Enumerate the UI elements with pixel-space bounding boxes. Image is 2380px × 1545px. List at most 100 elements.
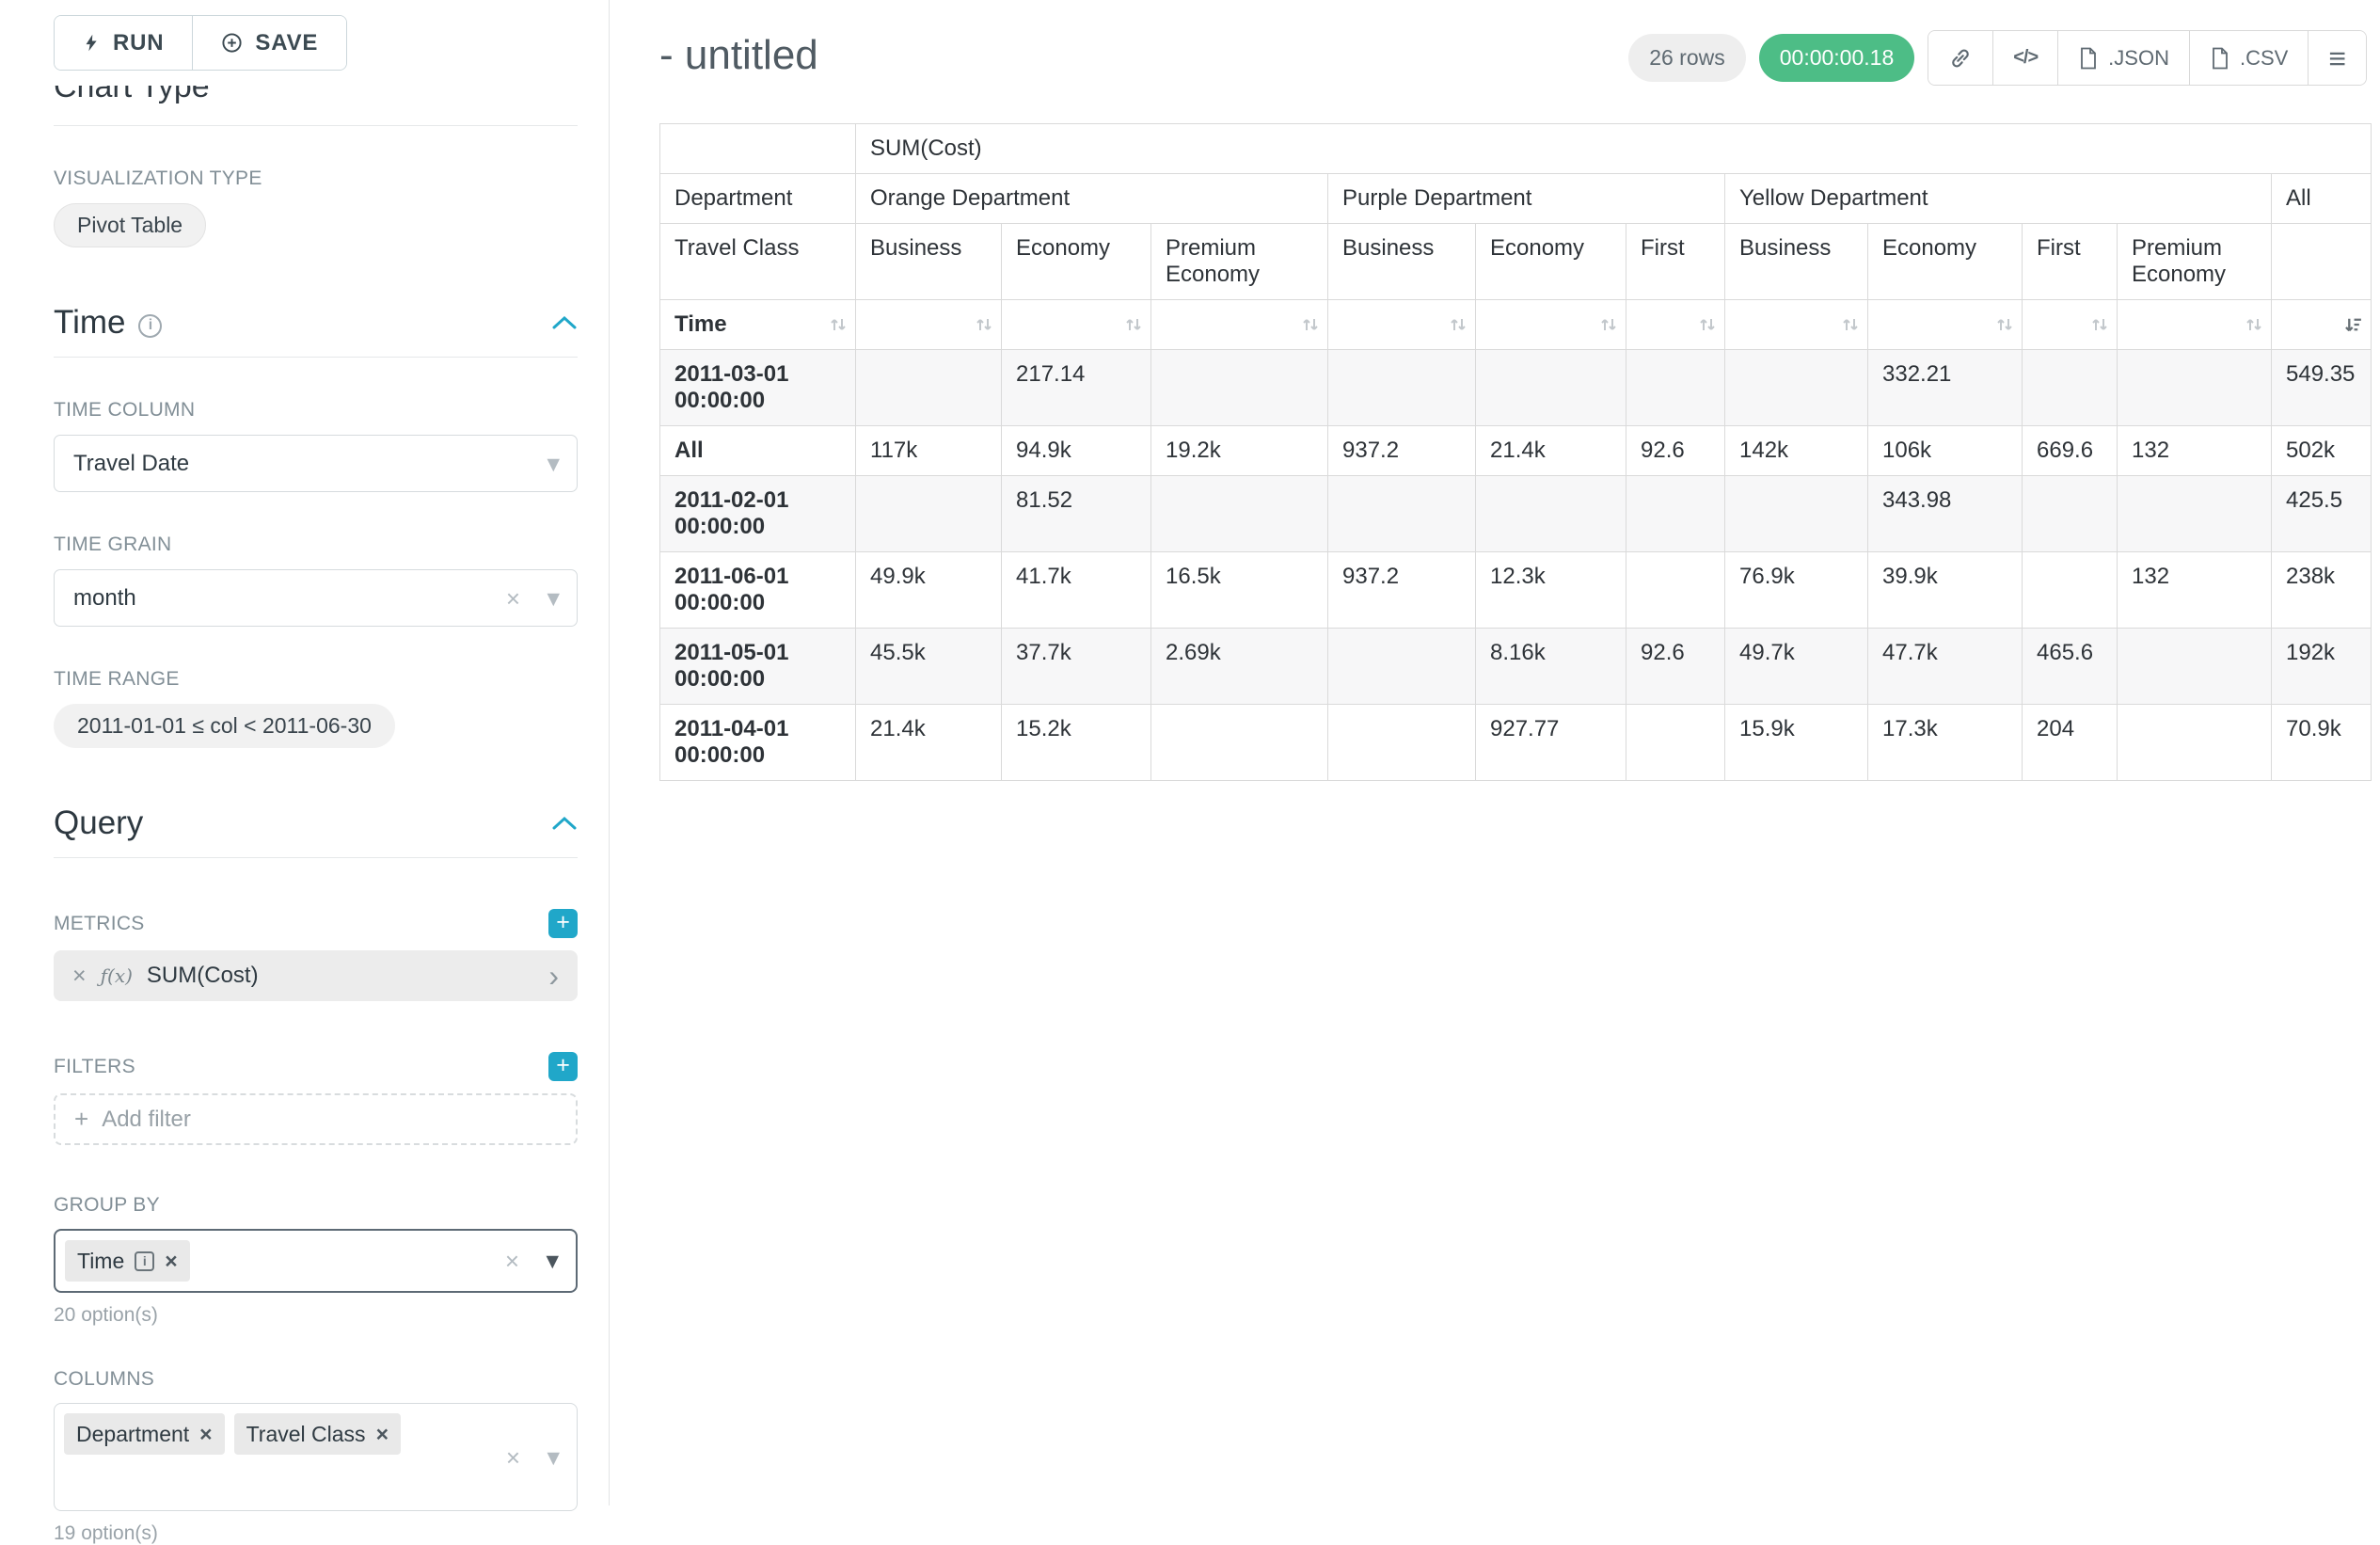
pivot-value-cell: 92.6 — [1626, 426, 1725, 476]
clear-icon[interactable]: × — [506, 586, 520, 611]
pivot-value-cell — [1328, 476, 1476, 552]
chart-area: - untitled 26 rows 00:00:00.18 </> .JSON… — [611, 0, 2380, 1505]
section-divider — [54, 125, 578, 126]
row-count-badge: 26 rows — [1628, 34, 1746, 82]
info-icon: i — [135, 1251, 154, 1271]
pivot-row: All117k94.9k19.2k937.221.4k92.6142k106k6… — [660, 426, 2372, 476]
remove-tag-icon[interactable]: × — [376, 1424, 389, 1445]
pivot-value-cell: 132 — [2118, 552, 2272, 629]
time-range-label: TIME RANGE — [54, 668, 578, 691]
caret-down-icon: ▾ — [547, 451, 560, 476]
bolt-icon — [83, 31, 101, 55]
pivot-value-cell: 21.4k — [1476, 426, 1626, 476]
sort-button[interactable] — [2023, 300, 2118, 350]
pivot-time-axis-label[interactable]: Time — [660, 300, 856, 350]
columns-select[interactable]: Department×Travel Class× × ▾ — [54, 1403, 578, 1511]
columns-tag[interactable]: Travel Class× — [234, 1413, 401, 1455]
pivot-value-cell — [1626, 705, 1725, 781]
columns-options-hint: 19 option(s) — [54, 1522, 578, 1545]
chart-header: - untitled 26 rows 00:00:00.18 </> .JSON… — [611, 0, 2380, 86]
pivot-value-cell: 192k — [2272, 629, 2372, 705]
time-label: Time — [674, 311, 727, 337]
time-grain-select[interactable]: month × ▾ — [54, 569, 578, 627]
sort-button[interactable] — [1151, 300, 1328, 350]
pivot-value-cell — [856, 476, 1002, 552]
pivot-value-cell: 2.69k — [1151, 629, 1328, 705]
pivot-value-cell: 81.52 — [1002, 476, 1151, 552]
chevron-up-icon[interactable] — [551, 816, 578, 831]
pivot-value-cell: 92.6 — [1626, 629, 1725, 705]
time-column-select[interactable]: Travel Date ▾ — [54, 435, 578, 492]
remove-metric-icon[interactable]: × — [72, 963, 87, 990]
sort-desc-icon — [2343, 315, 2363, 335]
save-button[interactable]: SAVE — [192, 16, 346, 70]
sort-button[interactable] — [1626, 300, 1725, 350]
time-section-header[interactable]: Time i — [54, 304, 578, 358]
pivot-value-cell: 217.14 — [1002, 350, 1151, 426]
group-by-label: GROUP BY — [54, 1194, 578, 1217]
visualization-type-pill[interactable]: Pivot Table — [54, 203, 206, 247]
metric-item[interactable]: × ƒ(x) SUM(Cost) › — [54, 950, 578, 1001]
pivot-value-cell — [1151, 476, 1328, 552]
pivot-department-header: Purple Department — [1328, 174, 1725, 224]
menu-icon: ≡ — [2328, 43, 2346, 73]
pivot-value-cell: 937.2 — [1328, 552, 1476, 629]
pivot-metric-header: SUM(Cost) — [856, 124, 2372, 174]
query-section-header[interactable]: Query — [54, 804, 578, 858]
pivot-value-cell: 39.9k — [1868, 552, 2023, 629]
expand-metric-icon[interactable]: › — [548, 961, 559, 991]
query-section-title: Query — [54, 804, 143, 842]
remove-tag-icon[interactable]: × — [199, 1424, 212, 1445]
embed-code-button[interactable]: </> — [1992, 31, 2057, 85]
pivot-value-cell — [2118, 629, 2272, 705]
sort-button-active[interactable] — [2272, 300, 2372, 350]
pivot-value-cell: 15.9k — [1725, 705, 1868, 781]
menu-button[interactable]: ≡ — [2308, 31, 2366, 85]
pivot-value-cell: 70.9k — [2272, 705, 2372, 781]
pivot-value-cell — [2023, 476, 2118, 552]
sort-button[interactable] — [1328, 300, 1476, 350]
chevron-up-icon[interactable] — [551, 315, 578, 330]
group-by-select[interactable]: Timei× × ▾ — [54, 1229, 578, 1293]
add-filter-button[interactable]: + Add filter — [54, 1093, 578, 1145]
group-by-tag[interactable]: Timei × — [65, 1240, 190, 1282]
pivot-value-cell — [1725, 476, 1868, 552]
run-button[interactable]: RUN — [55, 16, 192, 70]
pivot-value-cell: 425.5 — [2272, 476, 2372, 552]
time-grain-label: TIME GRAIN — [54, 534, 578, 556]
download-json-button[interactable]: .JSON — [2057, 31, 2189, 85]
chart-title[interactable]: - untitled — [659, 32, 818, 79]
download-csv-button[interactable]: .CSV — [2189, 31, 2308, 85]
pivot-class-header: Business — [856, 224, 1002, 300]
sort-button[interactable] — [1725, 300, 1868, 350]
sort-button[interactable] — [1868, 300, 2023, 350]
add-filter-plus-button[interactable]: + — [548, 1052, 578, 1081]
time-range-pill[interactable]: 2011-01-01 ≤ col < 2011-06-30 — [54, 704, 395, 748]
remove-tag-icon[interactable]: × — [165, 1250, 177, 1272]
clear-icon[interactable]: × — [505, 1249, 519, 1273]
clear-icon[interactable]: × — [506, 1445, 520, 1470]
metrics-label-row: METRICS + — [54, 909, 578, 938]
tag-label: Time — [77, 1249, 124, 1274]
pivot-class-header — [2272, 224, 2372, 300]
sort-button[interactable] — [2118, 300, 2272, 350]
columns-tag[interactable]: Department× — [64, 1413, 225, 1455]
pivot-value-cell — [1151, 350, 1328, 426]
pivot-travel-class-axis-label: Travel Class — [660, 224, 856, 300]
filters-label: FILTERS — [54, 1056, 135, 1078]
pivot-value-cell — [2023, 552, 2118, 629]
pivot-value-cell — [1151, 705, 1328, 781]
link-icon — [1948, 46, 1973, 71]
sort-icon — [2090, 315, 2109, 334]
sort-button[interactable] — [856, 300, 1002, 350]
pivot-department-header: Yellow Department — [1725, 174, 2272, 224]
pivot-value-cell: 12.3k — [1476, 552, 1626, 629]
pivot-value-cell: 465.6 — [2023, 629, 2118, 705]
copy-link-button[interactable] — [1928, 31, 1992, 85]
pivot-value-cell: 106k — [1868, 426, 2023, 476]
caret-down-icon: ▾ — [547, 585, 560, 611]
sort-button[interactable] — [1002, 300, 1151, 350]
add-metric-button[interactable]: + — [548, 909, 578, 938]
sort-button[interactable] — [1476, 300, 1626, 350]
pivot-value-cell — [1626, 552, 1725, 629]
